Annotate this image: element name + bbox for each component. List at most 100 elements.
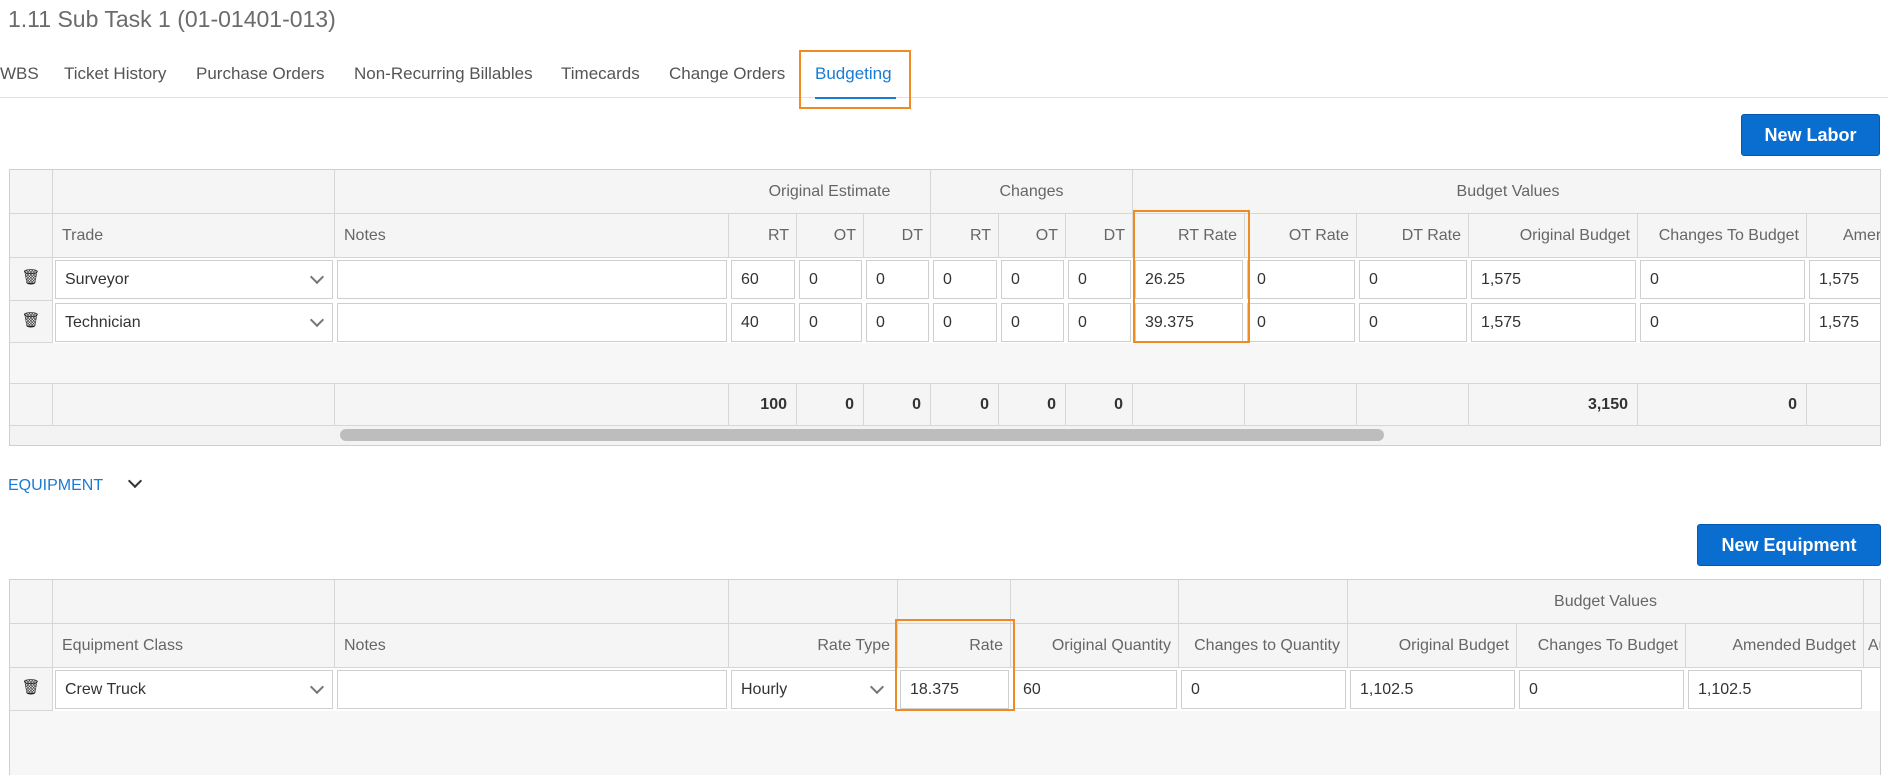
- total-original-budget: 3,150: [1469, 384, 1638, 426]
- col-rt-rate[interactable]: RT Rate: [1133, 214, 1245, 258]
- oe-ot-field[interactable]: 0: [799, 260, 862, 299]
- col-changes-to-budget[interactable]: Changes To Budget: [1638, 214, 1807, 258]
- oe-rt-field[interactable]: 60: [731, 260, 795, 299]
- tab-timecards[interactable]: Timecards: [561, 64, 640, 84]
- col-notes[interactable]: Notes: [335, 624, 729, 668]
- amended-budget-field[interactable]: 1,102.5: [1688, 670, 1862, 709]
- col-rate-type[interactable]: Rate Type: [729, 624, 898, 668]
- oe-ot-field[interactable]: 0: [799, 303, 862, 342]
- delete-row-button[interactable]: 🗑: [10, 668, 53, 711]
- tab-wbs[interactable]: WBS: [0, 64, 39, 84]
- new-equipment-button[interactable]: New Equipment: [1697, 524, 1881, 566]
- ch-rt-field[interactable]: 0: [933, 260, 997, 299]
- col-changes-to-quantity[interactable]: Changes to Quantity: [1179, 624, 1348, 668]
- oe-dt-field[interactable]: 0: [866, 260, 929, 299]
- rt-rate-field[interactable]: 26.25: [1135, 260, 1243, 299]
- dt-rate-field[interactable]: 0: [1359, 303, 1467, 342]
- col-oe-dt[interactable]: DT: [864, 214, 931, 258]
- empty-area: [10, 711, 1880, 775]
- original-budget-field[interactable]: 1,575: [1471, 260, 1636, 299]
- chevron-down-icon: [309, 679, 325, 695]
- notes-field[interactable]: [337, 303, 727, 342]
- col-changes-to-budget[interactable]: Changes To Budget: [1517, 624, 1686, 668]
- changes-to-budget-field[interactable]: 0: [1640, 260, 1805, 299]
- tab-purchase-orders[interactable]: Purchase Orders: [196, 64, 325, 84]
- equipment-class-value: Crew Truck: [65, 681, 146, 698]
- rate-type-value: Hourly: [741, 681, 788, 698]
- col-original-budget[interactable]: Original Budget: [1348, 624, 1517, 668]
- chevron-down-icon: [869, 679, 885, 695]
- equipment-grid: Budget Values Equipment Class Notes Rate…: [9, 579, 1881, 775]
- notes-field[interactable]: [337, 670, 727, 709]
- col-au[interactable]: Au: [1864, 624, 1880, 668]
- col-oe-ot[interactable]: OT: [797, 214, 864, 258]
- col-ch-rt[interactable]: RT: [931, 214, 999, 258]
- amended-budget-field[interactable]: 1,575: [1809, 303, 1880, 342]
- oe-rt-field[interactable]: 40: [731, 303, 795, 342]
- col-oe-rt[interactable]: RT: [729, 214, 797, 258]
- trade-select[interactable]: Technician: [55, 303, 333, 342]
- chevron-down-icon[interactable]: [127, 473, 143, 489]
- equipment-class-select[interactable]: Crew Truck: [55, 670, 333, 709]
- equipment-section-label: EQUIPMENT: [8, 477, 104, 494]
- ch-rt-field[interactable]: 0: [933, 303, 997, 342]
- col-original-quantity[interactable]: Original Quantity: [1011, 624, 1179, 668]
- chevron-down-icon: [309, 269, 325, 285]
- delete-row-button[interactable]: 🗑: [10, 301, 53, 343]
- dt-rate-field[interactable]: 0: [1359, 260, 1467, 299]
- col-trade[interactable]: Trade: [53, 214, 335, 258]
- col-ot-rate[interactable]: OT Rate: [1245, 214, 1357, 258]
- ch-ot-field[interactable]: 0: [1001, 260, 1064, 299]
- tab-non-recurring-billables[interactable]: Non-Recurring Billables: [354, 64, 533, 84]
- col-notes[interactable]: Notes: [335, 214, 729, 258]
- ot-rate-field[interactable]: 0: [1247, 260, 1355, 299]
- original-quantity-field[interactable]: 60: [1013, 670, 1177, 709]
- total-ch-rt: 0: [931, 384, 999, 426]
- col-rate[interactable]: Rate: [898, 624, 1011, 668]
- ch-dt-field[interactable]: 0: [1068, 303, 1131, 342]
- labor-grid: Original Estimate Changes Budget Values …: [9, 169, 1881, 446]
- oe-dt-field[interactable]: 0: [866, 303, 929, 342]
- trade-select[interactable]: Surveyor: [55, 260, 333, 299]
- trash-icon: 🗑: [21, 269, 41, 286]
- delete-row-button[interactable]: 🗑: [10, 258, 53, 301]
- rate-type-select[interactable]: Hourly: [731, 670, 896, 709]
- changes-to-quantity-field[interactable]: 0: [1181, 670, 1346, 709]
- equipment-section-toggle[interactable]: EQUIPMENT: [8, 477, 103, 495]
- tab-budgeting[interactable]: Budgeting: [815, 64, 892, 84]
- total-oe-ot: 0: [797, 384, 864, 426]
- rt-rate-field[interactable]: 39.375: [1135, 303, 1243, 342]
- tab-bar: WBS Ticket History Purchase Orders Non-R…: [0, 48, 1888, 98]
- col-original-budget[interactable]: Original Budget: [1469, 214, 1638, 258]
- horizontal-scrollbar-thumb[interactable]: [340, 429, 1384, 441]
- chevron-down-icon: [309, 312, 325, 328]
- group-budget-values: Budget Values: [1133, 170, 1880, 214]
- col-ch-dt[interactable]: DT: [1066, 214, 1133, 258]
- trade-value: Surveyor: [65, 271, 130, 288]
- page-title: 1.11 Sub Task 1 (01-01401-013): [8, 6, 336, 32]
- total-oe-dt: 0: [864, 384, 931, 426]
- col-dt-rate[interactable]: DT Rate: [1357, 214, 1469, 258]
- original-budget-field[interactable]: 1,575: [1471, 303, 1636, 342]
- ot-rate-field[interactable]: 0: [1247, 303, 1355, 342]
- col-equipment-class[interactable]: Equipment Class: [53, 624, 335, 668]
- total-ch-ot: 0: [999, 384, 1066, 426]
- empty-row: [10, 343, 1880, 384]
- changes-to-budget-field[interactable]: 0: [1640, 303, 1805, 342]
- changes-to-budget-field[interactable]: 0: [1519, 670, 1684, 709]
- col-amended-budget[interactable]: Amended Budget: [1686, 624, 1864, 668]
- col-amended-budget[interactable]: Amer: [1807, 214, 1880, 258]
- group-budget-values: Budget Values: [1348, 580, 1864, 624]
- amended-budget-field[interactable]: 1,575: [1809, 260, 1880, 299]
- original-budget-field[interactable]: 1,102.5: [1350, 670, 1515, 709]
- group-changes: Changes: [931, 170, 1133, 214]
- col-ch-ot[interactable]: OT: [999, 214, 1066, 258]
- ch-dt-field[interactable]: 0: [1068, 260, 1131, 299]
- notes-field[interactable]: [337, 260, 727, 299]
- rate-field[interactable]: 18.375: [900, 670, 1009, 709]
- ch-ot-field[interactable]: 0: [1001, 303, 1064, 342]
- new-labor-button[interactable]: New Labor: [1741, 114, 1880, 156]
- group-original-estimate: Original Estimate: [729, 170, 931, 214]
- tab-change-orders[interactable]: Change Orders: [669, 64, 785, 84]
- tab-ticket-history[interactable]: Ticket History: [64, 64, 166, 84]
